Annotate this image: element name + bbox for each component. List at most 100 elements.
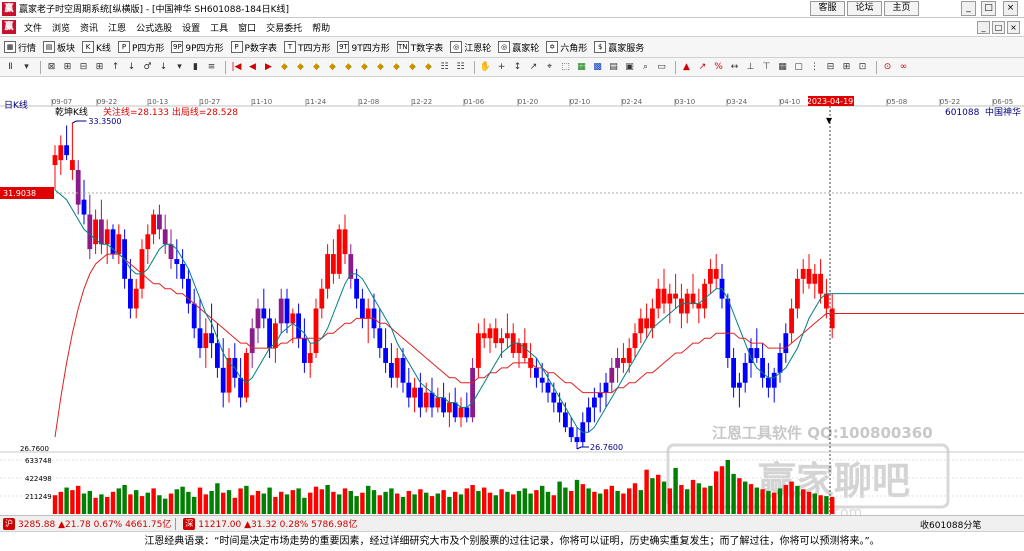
menu-gann[interactable]: 江恩 — [103, 21, 131, 34]
tool-button-icon[interactable]: ♂ — [141, 61, 154, 74]
tool-button-icon[interactable]: ▢ — [792, 61, 805, 74]
toolbar-button-kline[interactable]: K K线 — [82, 41, 111, 54]
tool-button-icon[interactable]: ◆ — [358, 61, 371, 74]
tool-button-icon[interactable]: ✋ — [479, 61, 492, 74]
volume-bar — [145, 492, 150, 514]
tool-button-icon[interactable]: ▶ — [262, 61, 275, 74]
tool-button-icon[interactable]: ☷ — [454, 61, 467, 74]
volume-bar — [406, 490, 411, 514]
tool-button-icon[interactable]: Ⅱ — [4, 61, 17, 74]
tool-button-icon[interactable]: + — [495, 61, 508, 74]
tool-button-icon[interactable]: ⊤ — [760, 61, 773, 74]
tool-button-icon[interactable]: ◆ — [374, 61, 387, 74]
tool-button-icon[interactable]: ▦ — [776, 61, 789, 74]
toolbar-button-t-square[interactable]: T T四方形 — [283, 41, 330, 54]
tool-button-icon[interactable]: ↕ — [511, 61, 524, 74]
tool-button-icon[interactable]: ◆ — [278, 61, 291, 74]
tool-button-icon[interactable]: ◆ — [390, 61, 403, 74]
candle-body — [307, 353, 313, 363]
volume-bar — [789, 481, 794, 514]
tool-button-icon[interactable]: ▾ — [20, 61, 33, 74]
tool-button-icon[interactable]: ⋮ — [808, 61, 821, 74]
tool-button-icon[interactable]: ⊥ — [744, 61, 757, 74]
tool-button-icon[interactable]: ↗ — [527, 61, 540, 74]
chart-area[interactable]: 09-07 09-22 10-13 10-27 11-10 11-24 12-08 12-22… — [0, 77, 1024, 521]
menu-settings[interactable]: 设置 — [177, 21, 205, 34]
tool-button-icon[interactable]: ◆ — [406, 61, 419, 74]
tool-button-icon[interactable]: ◆ — [294, 61, 307, 74]
tool-button-icon[interactable]: ⬚ — [559, 61, 572, 74]
maximize-button[interactable]: □ — [981, 1, 996, 16]
tool-button-icon[interactable]: ⊞ — [61, 61, 74, 74]
menu-help[interactable]: 帮助 — [307, 21, 335, 34]
status-bar: 沪 3285.88 ▲21.78 0.67% 4661.75亿 深 11217.… — [0, 515, 1024, 531]
tool-button-icon[interactable]: ⌖ — [543, 61, 556, 74]
kline-chart[interactable]: 09-07 09-22 10-13 10-27 11-10 11-24 12-08 12-22… — [0, 77, 1024, 521]
toolbar-button-blocks[interactable]: ▤ 板块 — [43, 41, 75, 54]
close-button[interactable]: × — [1003, 1, 1018, 16]
tool-button-icon[interactable]: ▤ — [607, 61, 620, 74]
tool-button-icon[interactable]: ▭ — [655, 61, 668, 74]
tool-button-icon[interactable]: ∞ — [897, 61, 910, 74]
volume-bar — [598, 493, 603, 514]
doc-close-button[interactable]: × — [1007, 21, 1020, 34]
tool-button-icon[interactable]: % — [712, 61, 725, 74]
time-tick-label: 11-10 — [252, 98, 272, 106]
toolbar-button-dollar[interactable]: $ 赢家服务 — [594, 41, 644, 54]
tool-button-icon[interactable]: ⌕ — [639, 61, 652, 74]
doc-restore-button[interactable]: □ — [992, 21, 1005, 34]
toolbar-button-p-table[interactable]: P P数字表 — [230, 41, 277, 54]
menu-tools[interactable]: 工具 — [205, 21, 233, 34]
tool-button-icon[interactable]: ▩ — [591, 61, 604, 74]
tool-button-icon[interactable]: ◆ — [326, 61, 339, 74]
doc-minimize-button[interactable]: _ — [977, 21, 990, 34]
menu-file[interactable]: 文件 — [19, 21, 47, 34]
toolbar-button-9p-square[interactable]: 9P 9P四方形 — [171, 41, 224, 54]
toolbar-button-hexagram[interactable]: ✡ 六角形 — [546, 41, 587, 54]
customer-service-link[interactable]: 客服 — [810, 1, 845, 16]
tool-button-icon[interactable]: ◀ — [246, 61, 259, 74]
tool-button-icon[interactable]: ◆ — [342, 61, 355, 74]
tool-button-icon[interactable]: ≡ — [205, 61, 218, 74]
tool-button-icon[interactable]: ▾ — [173, 61, 186, 74]
tool-button-icon[interactable]: ⊡ — [856, 61, 869, 74]
homepage-link[interactable]: 主页 — [884, 1, 919, 16]
toolbar-button-p-square[interactable]: P P四方形 — [117, 41, 164, 54]
tool-button-icon[interactable]: ⊟ — [77, 61, 90, 74]
tool-button-icon[interactable]: ⊟ — [824, 61, 837, 74]
window-title: 赢家老子时空周期系统[纵横版] - [中国神华 SH601088-184日K线] — [19, 5, 290, 15]
tool-button-icon[interactable]: ☷ — [438, 61, 451, 74]
toolbar-button-winner-wheel[interactable]: ◎ 赢家轮 — [498, 41, 539, 54]
menu-trading[interactable]: 交易委托 — [261, 21, 307, 34]
tool-button-icon[interactable]: ↑ — [109, 61, 122, 74]
tool-button-icon[interactable]: ⊙ — [881, 61, 894, 74]
menu-browse[interactable]: 浏览 — [47, 21, 75, 34]
tool-button-icon[interactable]: ◆ — [310, 61, 323, 74]
menu-window[interactable]: 窗口 — [233, 21, 261, 34]
menu-formula[interactable]: 公式选股 — [131, 21, 177, 34]
sh-index-value[interactable]: 3285.88 ▲21.78 0.67% 4661.75亿 — [18, 517, 171, 530]
forum-link[interactable]: 论坛 — [847, 1, 882, 16]
tool-button-icon[interactable]: ▮ — [189, 61, 202, 74]
tool-button-icon[interactable]: ↓ — [125, 61, 138, 74]
tool-button-icon[interactable]: ↗ — [696, 61, 709, 74]
sz-index-value[interactable]: 11217.00 ▲31.32 0.28% 5786.98亿 — [198, 517, 357, 530]
volume-bar — [110, 491, 116, 514]
toolbar-button-9t-square[interactable]: 9T 9T四方形 — [337, 41, 390, 54]
tool-button-icon[interactable]: ↔ — [728, 61, 741, 74]
toolbar-button-t-table[interactable]: TN T数字表 — [396, 41, 443, 54]
tool-button-icon[interactable]: ⊞ — [93, 61, 106, 74]
tool-button-icon[interactable]: ▣ — [623, 61, 636, 74]
tool-button-icon[interactable]: |◀ — [230, 61, 243, 74]
tool-button-icon[interactable]: ⊞ — [840, 61, 853, 74]
tool-button-icon[interactable]: ↓ — [157, 61, 170, 74]
toolbar-button-grid[interactable]: ▦ 行情 — [4, 41, 36, 54]
tool-button-icon[interactable]: ⊠ — [45, 61, 58, 74]
minimize-button[interactable]: _ — [961, 1, 976, 16]
toolbar-button-gann-wheel[interactable]: ◎ 江恩轮 — [450, 41, 491, 54]
tool-button-icon[interactable]: ◆ — [422, 61, 435, 74]
tool-button-icon[interactable]: ▲ — [680, 61, 693, 74]
menu-news[interactable]: 资讯 — [75, 21, 103, 34]
tool-button-icon[interactable]: ▦ — [575, 61, 588, 74]
tick-data-label[interactable]: 收601088分笔 — [920, 518, 981, 531]
